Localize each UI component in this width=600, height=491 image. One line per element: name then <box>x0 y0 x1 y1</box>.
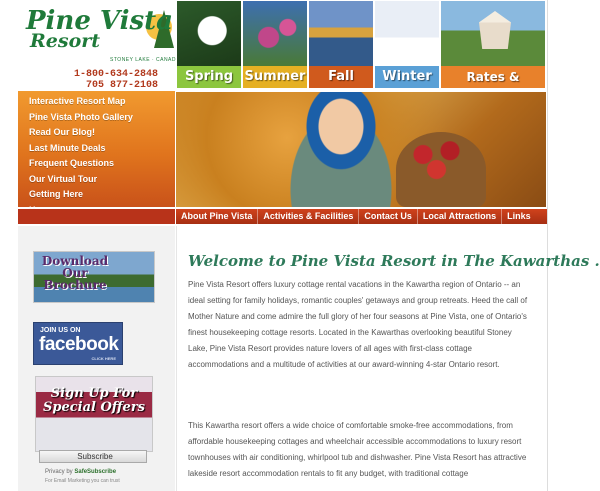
gazebo-photo <box>441 1 545 67</box>
season-label-spring: Spring <box>177 66 241 88</box>
phone-local: 705 877-2108 <box>85 80 158 91</box>
facebook-click-label: CLICK HERE <box>91 356 116 361</box>
side-menu-item-faq[interactable]: Frequent Questions <box>18 156 175 172</box>
nav-links[interactable]: Links <box>501 209 536 224</box>
nav-contact[interactable]: Contact Us <box>358 209 417 224</box>
nav-bar-spacer <box>18 209 175 224</box>
season-label-rates: Rates & Bookings <box>441 66 545 88</box>
apple-basket-photo <box>396 132 486 207</box>
kayak-photo <box>309 1 373 67</box>
safesubscribe-brand: SafeSubscribe <box>74 469 117 475</box>
signup-line: Special Offers <box>42 400 145 415</box>
nav-attractions[interactable]: Local Attractions <box>416 209 501 224</box>
nav-about[interactable]: About Pine Vista <box>176 209 257 224</box>
side-menu: Interactive Resort Map Pine Vista Photo … <box>18 91 175 215</box>
privacy-note: Privacy by SafeSubscribe <box>45 469 116 475</box>
page: Pine Vista Resort STONEY LAKE · CANADA 1… <box>0 0 600 491</box>
signup-label: Sign Up For Special Offers <box>36 387 152 415</box>
ice-fishing-photo <box>375 1 439 67</box>
season-tile-spring[interactable]: Spring <box>176 0 242 89</box>
season-tile-fall[interactable]: Fall <box>308 0 374 89</box>
season-tile-summer[interactable]: Summer <box>242 0 308 89</box>
resort-logo[interactable]: Pine Vista Resort STONEY LAKE · CANADA 1… <box>18 0 179 91</box>
facebook-logo: facebook <box>39 334 119 355</box>
season-label-fall: Fall <box>309 66 373 88</box>
left-gutter <box>0 0 18 491</box>
phone-tollfree: 1-800-634-2848 <box>73 69 158 80</box>
child-photo <box>276 92 406 207</box>
signup-banner: Sign Up For Special Offers <box>35 376 153 452</box>
logo-location: STONEY LAKE · CANADA <box>110 57 180 63</box>
trillium-photo <box>177 1 241 67</box>
season-label-winter: Winter <box>375 66 439 88</box>
privacy-prefix: Privacy by <box>45 469 73 475</box>
top-nav: About Pine Vista Activities & Facilities… <box>176 209 547 224</box>
season-tile-winter[interactable]: Winter <box>374 0 440 89</box>
season-tile-rates[interactable]: Rates & Bookings <box>440 0 546 89</box>
hero-image <box>176 92 546 207</box>
brochure-line: Brochure <box>43 278 107 292</box>
right-gutter <box>547 0 600 491</box>
facebook-button[interactable]: JOIN US ON facebook CLICK HERE <box>33 322 123 365</box>
coneflower-photo <box>243 1 307 67</box>
subscribe-button[interactable]: Subscribe <box>39 450 147 463</box>
accommodations-paragraph: This Kawartha resort offers a wide choic… <box>188 421 527 478</box>
page-title: Welcome to Pine Vista Resort in The Kawa… <box>188 252 600 270</box>
side-menu-item-gallery[interactable]: Pine Vista Photo Gallery <box>18 110 175 126</box>
side-menu-item-tour[interactable]: Our Virtual Tour <box>18 172 175 188</box>
email-marketing-note: For Email Marketing you can trust <box>45 478 120 484</box>
side-menu-item-directions[interactable]: Getting Here <box>18 187 175 203</box>
nav-activities[interactable]: Activities & Facilities <box>257 209 358 224</box>
side-menu-item-blog[interactable]: Read Our Blog! <box>18 125 175 141</box>
intro-paragraph: Pine Vista Resort offers luxury cottage … <box>188 280 528 369</box>
brochure-label: Download Our Brochure <box>40 255 110 291</box>
side-menu-item-deals[interactable]: Last Minute Deals <box>18 141 175 157</box>
season-label-summer: Summer <box>243 66 307 88</box>
side-menu-item-map[interactable]: Interactive Resort Map <box>18 94 175 110</box>
facebook-join-label: JOIN US ON <box>40 327 81 334</box>
brochure-button[interactable]: Download Our Brochure <box>33 251 155 303</box>
logo-wordmark: Pine Vista Resort <box>26 8 173 51</box>
signup-line: Sign Up For <box>50 386 138 401</box>
